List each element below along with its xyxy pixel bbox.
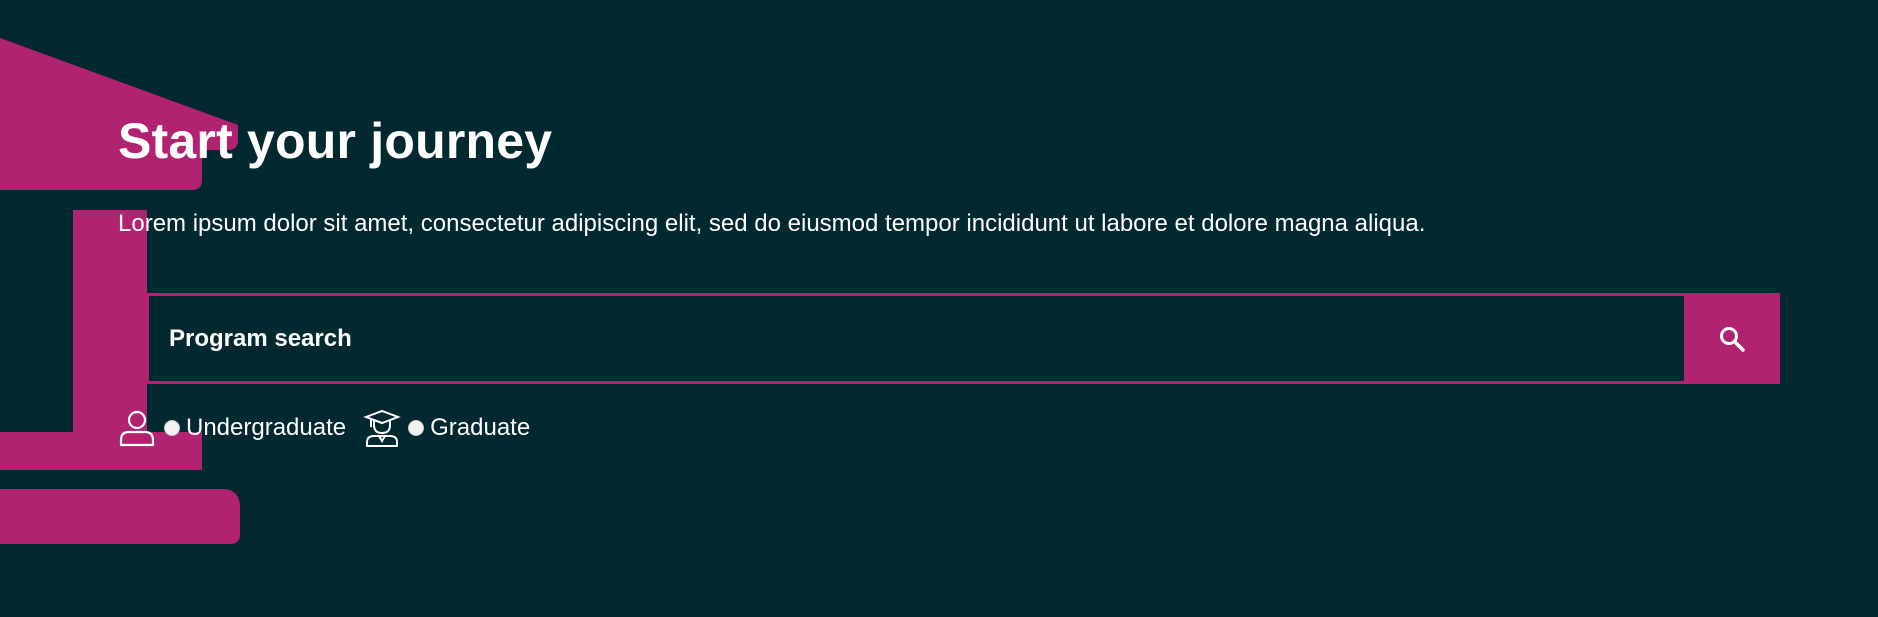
graduate-label: Graduate xyxy=(430,414,531,441)
graduate-radio[interactable] xyxy=(408,420,425,436)
graduate-icon xyxy=(362,408,402,448)
undergraduate-label: Undergraduate xyxy=(186,414,347,441)
hero-content: Start your journey Lorem ipsum dolor sit… xyxy=(118,110,1780,447)
option-undergraduate[interactable]: Undergraduate xyxy=(118,408,346,448)
search-icon xyxy=(1720,326,1745,352)
hero-section: Start your journey Lorem ipsum dolor sit… xyxy=(0,0,1878,617)
program-search-form xyxy=(146,293,1780,384)
search-button[interactable] xyxy=(1684,293,1780,384)
decorative-building-graphic xyxy=(0,38,240,544)
intro-text: Lorem ipsum dolor sit amet, consectetur … xyxy=(118,210,1426,237)
program-search-input[interactable] xyxy=(146,293,1684,384)
option-graduate[interactable]: Graduate xyxy=(362,408,530,448)
page-title: Start your journey xyxy=(118,113,553,169)
person-icon xyxy=(118,408,158,448)
undergraduate-radio[interactable] xyxy=(164,420,180,436)
program-level-options: Undergraduate Graduate xyxy=(118,408,530,448)
